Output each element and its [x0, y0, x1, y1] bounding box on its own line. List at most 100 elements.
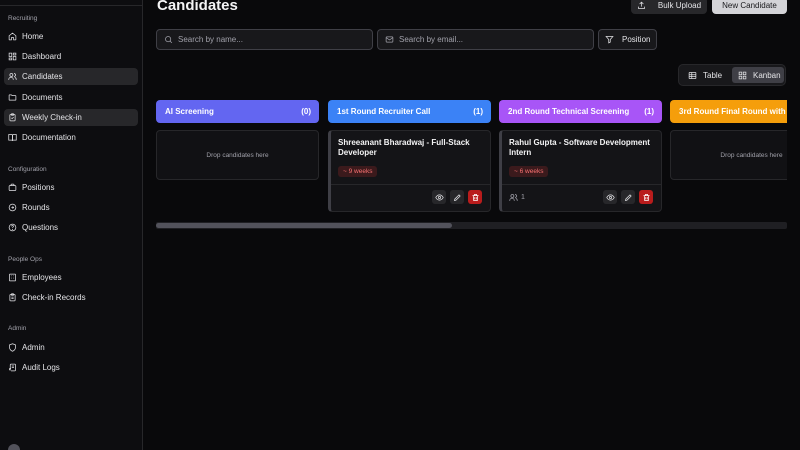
- sidebar-item-label: Rounds: [22, 203, 50, 212]
- folder-icon: [8, 94, 17, 101]
- delete-button[interactable]: [468, 190, 482, 204]
- delete-button[interactable]: [639, 190, 653, 204]
- sidebar-item-home[interactable]: Home: [4, 28, 138, 45]
- card-divider: [502, 184, 661, 185]
- sidebar-item-employees[interactable]: Employees: [4, 269, 138, 286]
- column-count: (1): [473, 107, 483, 116]
- sidebar-item-audit-logs[interactable]: Audit Logs: [4, 359, 138, 376]
- view-button[interactable]: [603, 190, 617, 204]
- search-name-field[interactable]: [156, 29, 373, 50]
- column-count: (0): [301, 107, 311, 116]
- sidebar-item-label: Dashboard: [22, 52, 62, 61]
- sidebar-item-label: Weekly Check-in: [22, 113, 82, 122]
- sidebar-item-documentation[interactable]: Documentation: [4, 129, 138, 146]
- help-circle-icon: [8, 223, 17, 232]
- column-count: (1): [644, 107, 654, 116]
- users-icon: [8, 73, 17, 80]
- eye-icon: [434, 193, 444, 201]
- candidate-title: Shreeanant Bharadwaj - Full-Stack Develo…: [338, 138, 470, 157]
- kanban-view-button[interactable]: Kanban: [732, 67, 784, 83]
- column-title: AI Screening: [165, 107, 214, 116]
- sidebar-item-positions[interactable]: Positions: [4, 179, 138, 196]
- section-label-admin: Admin: [8, 325, 27, 332]
- sidebar-item-rounds[interactable]: Rounds: [4, 199, 138, 216]
- interviewer-count: 1: [509, 193, 525, 202]
- kanban-board: AI Screening (0) Drop candidates here 1s…: [156, 100, 787, 220]
- sidebar-item-check-in-records[interactable]: Check-in Records: [4, 289, 138, 306]
- duration-badge: ~ 6 weeks: [509, 166, 549, 177]
- card-divider: [331, 184, 490, 185]
- sidebar-divider: [0, 5, 143, 6]
- column-title: 3rd Round Final Round with: [679, 107, 786, 116]
- home-icon: [8, 32, 17, 41]
- column-header: 1st Round Recruiter Call (1): [328, 100, 491, 123]
- section-label-people-ops: People Ops: [8, 256, 42, 263]
- sidebar-item-label: Candidates: [22, 72, 63, 81]
- candidate-card[interactable]: Shreeanant Bharadwaj - Full-Stack Develo…: [328, 130, 491, 212]
- duration-badge: ~ 9 weeks: [338, 166, 378, 177]
- kanban-column: 1st Round Recruiter Call (1) Shreeanant …: [328, 100, 491, 212]
- book-icon: [8, 134, 17, 141]
- kanban-view-label: Kanban: [753, 70, 781, 80]
- building-icon: [9, 273, 16, 282]
- eye-icon: [605, 193, 615, 201]
- table-icon: [688, 71, 697, 79]
- sidebar-item-label: Documents: [22, 93, 63, 102]
- grid-icon: [738, 71, 747, 79]
- clipboard-list-icon: [9, 293, 16, 302]
- kanban-column: 3rd Round Final Round with Drop candidat…: [670, 100, 787, 180]
- sidebar: Recruiting Home Dashboard Candidates Doc…: [0, 0, 143, 450]
- pencil-icon: [624, 193, 632, 201]
- sidebar-item-admin[interactable]: Admin: [4, 339, 138, 356]
- scroll-icon: [9, 363, 16, 372]
- dashboard-icon: [8, 52, 17, 61]
- sidebar-item-label: Check-in Records: [22, 293, 86, 302]
- section-label-recruiting: Recruiting: [8, 15, 38, 22]
- sidebar-item-label: Home: [22, 32, 44, 41]
- mail-icon: [385, 36, 394, 43]
- kanban-column: AI Screening (0) Drop candidates here: [156, 100, 319, 180]
- trash-icon: [472, 193, 478, 201]
- candidate-card[interactable]: Rahul Gupta - Software Development Inter…: [499, 130, 662, 212]
- position-filter-label: Position: [622, 35, 651, 44]
- search-email-input[interactable]: [399, 35, 569, 44]
- target-icon: [8, 203, 17, 212]
- sidebar-item-documents[interactable]: Documents: [4, 89, 138, 106]
- sidebar-item-label: Positions: [22, 183, 55, 192]
- sidebar-item-candidates[interactable]: Candidates: [4, 68, 138, 85]
- table-view-button[interactable]: Table: [682, 67, 728, 83]
- edit-button[interactable]: [450, 190, 464, 204]
- sidebar-item-weekly-check-in[interactable]: Weekly Check-in: [4, 109, 138, 126]
- drop-zone[interactable]: Drop candidates here: [670, 130, 787, 180]
- bulk-upload-button[interactable]: Bulk Upload: [631, 0, 707, 14]
- trash-icon: [643, 193, 649, 201]
- view-toggle: Table Kanban: [678, 64, 786, 86]
- clipboard-icon: [9, 113, 16, 122]
- candidate-title: Rahul Gupta - Software Development Inter…: [509, 138, 650, 157]
- column-header: AI Screening (0): [156, 100, 319, 123]
- sidebar-item-label: Employees: [22, 273, 62, 282]
- avatar[interactable]: [8, 444, 20, 450]
- view-button[interactable]: [432, 190, 446, 204]
- sidebar-item-label: Audit Logs: [22, 363, 60, 372]
- scrollbar-thumb[interactable]: [156, 223, 452, 228]
- position-filter-button[interactable]: Position: [598, 29, 657, 50]
- sidebar-item-label: Questions: [22, 223, 59, 232]
- sidebar-item-label: Admin: [22, 343, 45, 352]
- search-email-field[interactable]: [377, 29, 594, 50]
- shield-icon: [9, 343, 16, 352]
- new-candidate-button[interactable]: New Candidate: [712, 0, 787, 14]
- sidebar-item-questions[interactable]: Questions: [4, 219, 138, 236]
- board-scrollbar[interactable]: [156, 222, 787, 229]
- edit-button[interactable]: [621, 190, 635, 204]
- table-view-label: Table: [703, 70, 723, 80]
- sidebar-item-label: Documentation: [22, 133, 76, 142]
- pencil-icon: [453, 193, 461, 201]
- kanban-column: 2nd Round Technical Screening (1) Rahul …: [499, 100, 662, 212]
- drop-zone[interactable]: Drop candidates here: [156, 130, 319, 180]
- sidebar-item-dashboard[interactable]: Dashboard: [4, 48, 138, 65]
- column-title: 1st Round Recruiter Call: [337, 107, 431, 116]
- search-name-input[interactable]: [178, 35, 348, 44]
- column-title: 2nd Round Technical Screening: [508, 107, 630, 116]
- column-header: 3rd Round Final Round with: [670, 100, 787, 123]
